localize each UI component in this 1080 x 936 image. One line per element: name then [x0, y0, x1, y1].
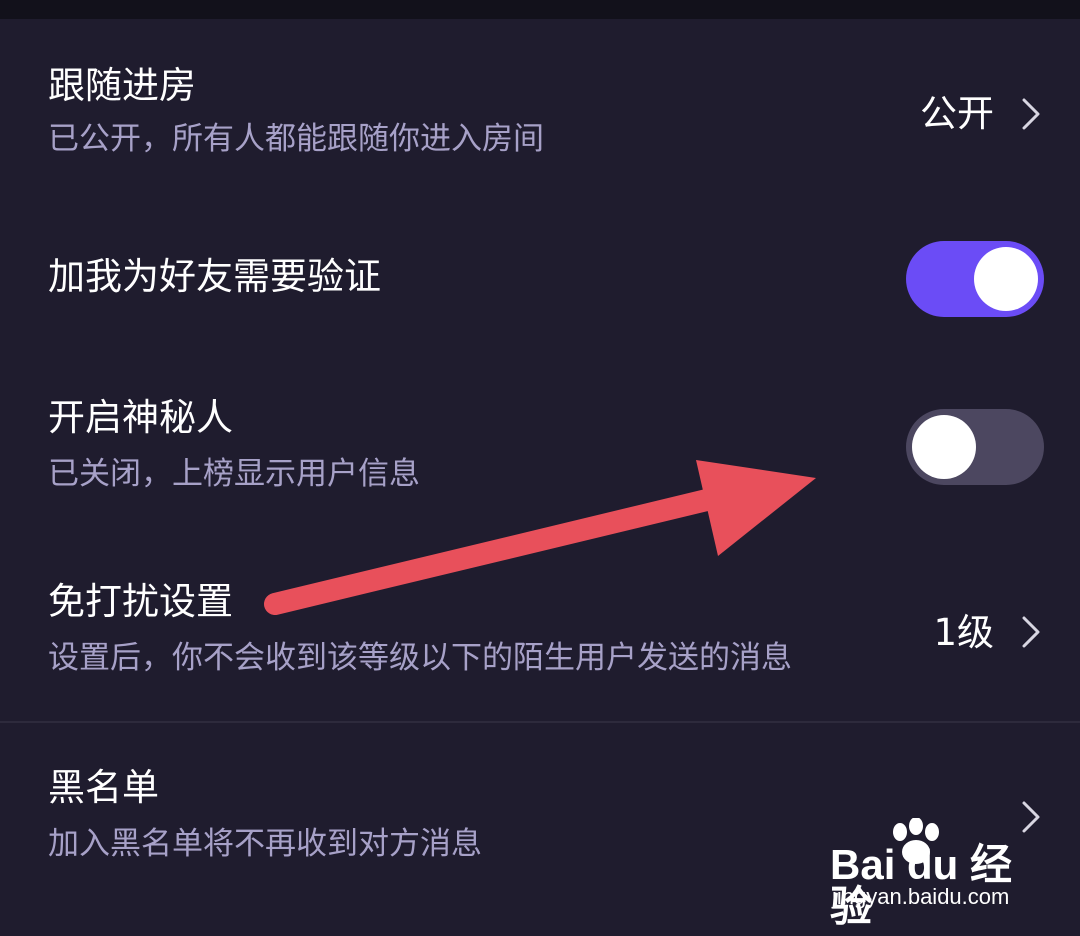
friend-verify-title: 加我为好友需要验证: [48, 255, 381, 298]
setting-row-friend-verify: 加我为好友需要验证: [0, 195, 1080, 365]
follow-room-subtitle: 已公开，所有人都能跟随你进入房间: [48, 121, 544, 157]
follow-room-value: 公开: [920, 92, 994, 135]
toggle-knob: [912, 415, 976, 479]
blacklist-title: 黑名单: [48, 766, 159, 809]
setting-row-mystery-person: 开启神秘人 已关闭，上榜显示用户信息: [0, 365, 1080, 535]
setting-row-follow-room[interactable]: 跟随进房 已公开，所有人都能跟随你进入房间 公开: [0, 19, 1080, 195]
setting-row-do-not-disturb[interactable]: 免打扰设置 设置后，你不会收到该等级以下的陌生用户发送的消息 1级: [0, 535, 1080, 721]
mystery-person-subtitle: 已关闭，上榜显示用户信息: [48, 456, 420, 492]
do-not-disturb-subtitle: 设置后，你不会收到该等级以下的陌生用户发送的消息: [48, 640, 792, 676]
baidu-jingyan-watermark: Bai du 经验 jingyan.baidu.com: [826, 818, 1036, 928]
top-bar-strip: [0, 0, 1080, 19]
friend-verify-toggle[interactable]: [906, 241, 1044, 317]
mystery-person-toggle[interactable]: [906, 409, 1044, 485]
watermark-url: jingyan.baidu.com: [832, 884, 1010, 909]
chevron-right-icon[interactable]: [1020, 97, 1042, 131]
blacklist-subtitle: 加入黑名单将不再收到对方消息: [48, 826, 482, 862]
chevron-right-icon[interactable]: [1020, 615, 1042, 649]
do-not-disturb-value: 1级: [933, 611, 994, 654]
follow-room-title: 跟随进房: [48, 64, 196, 107]
do-not-disturb-title: 免打扰设置: [48, 580, 233, 623]
mystery-person-title: 开启神秘人: [48, 396, 233, 439]
toggle-knob: [974, 247, 1038, 311]
